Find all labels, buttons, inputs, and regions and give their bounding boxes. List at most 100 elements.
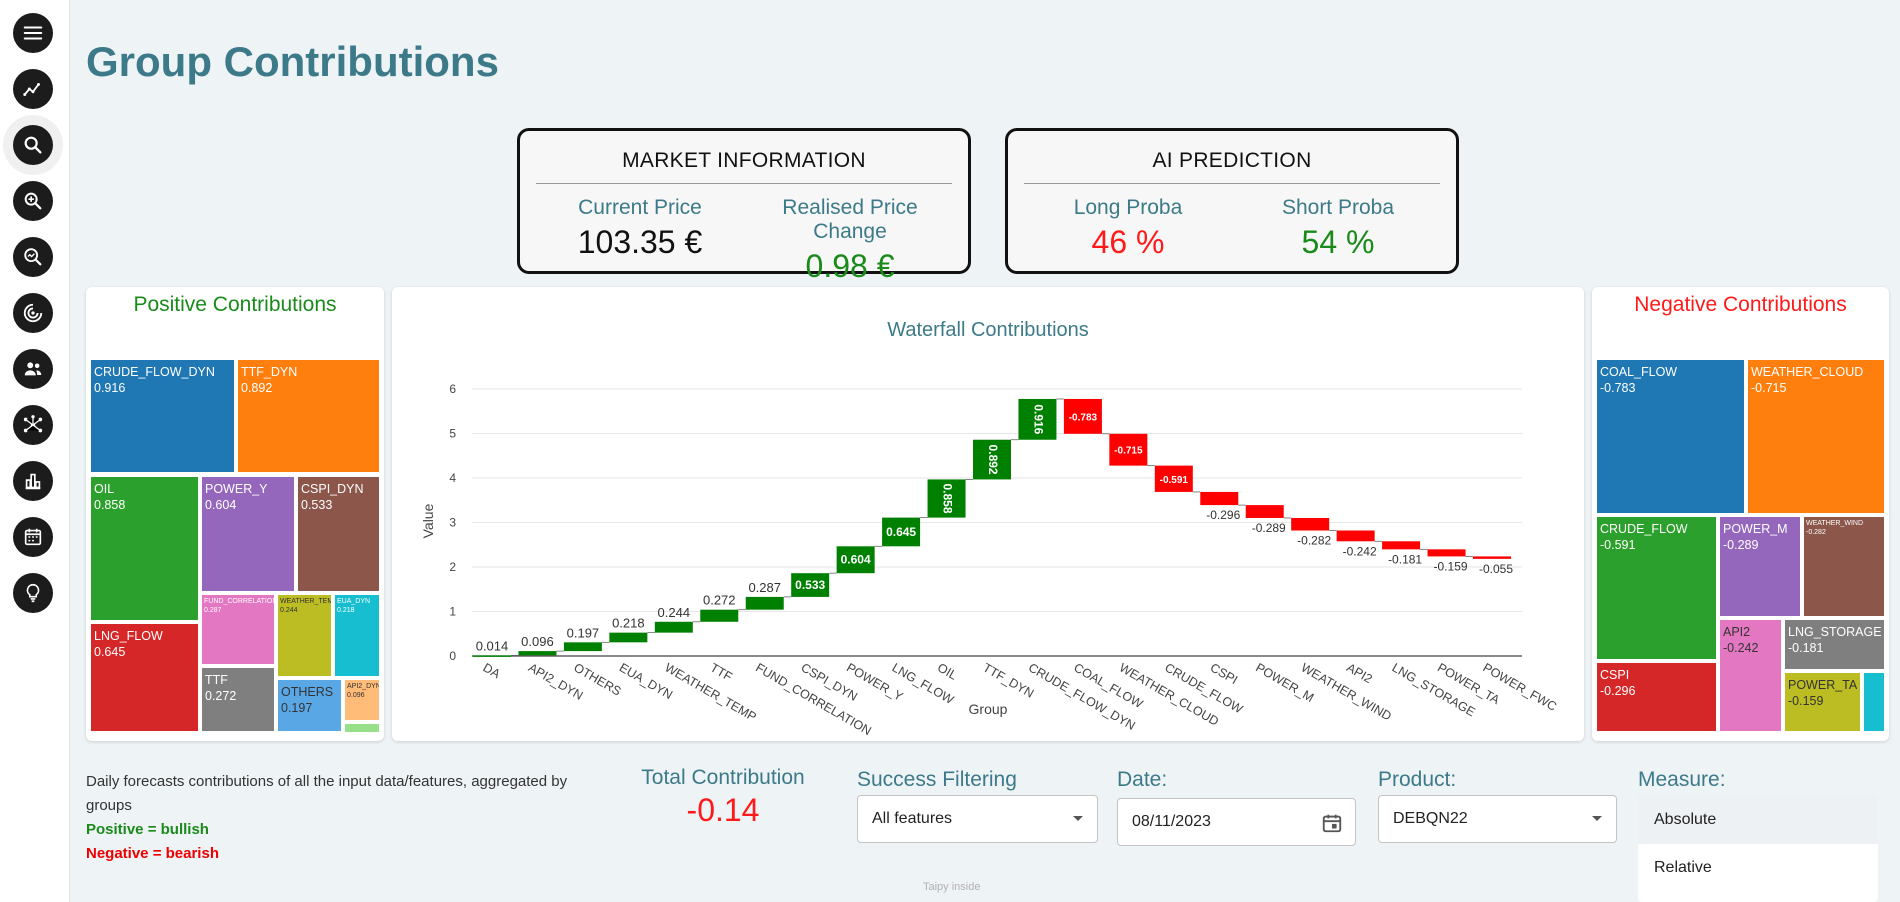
tile-label: CRUDE_FLOW_DYN — [94, 365, 215, 379]
waterfall-bar[interactable] — [1291, 517, 1330, 531]
positive-tile[interactable]: API2_DYN 0.096 — [345, 680, 379, 720]
x-tick-label: TTF_DYN — [981, 660, 1037, 700]
positive-tile[interactable]: POWER_Y 0.604 — [202, 477, 294, 591]
total-contribution: Total Contribution -0.14 — [612, 766, 834, 829]
negative-legend: Negative = bearish — [86, 845, 219, 862]
market-card-title: MARKET INFORMATION — [622, 149, 866, 172]
waterfall-bar[interactable] — [473, 655, 511, 657]
negative-tile[interactable] — [1864, 673, 1884, 731]
analytics-search-icon[interactable] — [13, 237, 53, 277]
sidebar — [0, 0, 70, 902]
realised-price-change: Realised Price Change 0.98 € — [750, 196, 950, 285]
description-text: Daily forecasts contributions of all the… — [86, 773, 568, 814]
negative-tile[interactable]: WEATHER_CLOUD -0.715 — [1748, 360, 1884, 513]
waterfall-bar[interactable] — [1245, 505, 1284, 518]
negative-tile[interactable]: WEATHER_WIND -0.282 — [1804, 517, 1884, 616]
positive-panel-title: Positive Contributions — [133, 293, 337, 316]
waterfall-bar[interactable] — [1427, 549, 1466, 557]
users-icon[interactable] — [13, 349, 53, 389]
positive-tile[interactable] — [345, 724, 379, 732]
measure-option-absolute[interactable]: Absolute — [1638, 796, 1878, 844]
positive-tile[interactable]: WEATHER_TEMP 0.244 — [278, 595, 331, 676]
x-tick-label: TTF — [708, 660, 735, 684]
positive-tile[interactable]: TTF_DYN 0.892 — [238, 360, 379, 472]
waterfall-chart: Waterfall Contributions Group Value 0 1 2 3… — [420, 319, 1559, 738]
search-icon[interactable] — [13, 125, 53, 165]
negative-panel-title: Negative Contributions — [1634, 293, 1847, 316]
measure-option-relative[interactable]: Relative — [1638, 844, 1878, 892]
bar-value-label: -0.055 — [1479, 562, 1513, 576]
tile-value: 0.287 — [204, 607, 222, 614]
calendar-icon[interactable] — [13, 517, 53, 557]
current-price-label: Current Price — [578, 196, 702, 219]
negative-tile[interactable]: COAL_FLOW -0.783 — [1597, 360, 1744, 513]
tile-label: COAL_FLOW — [1600, 365, 1678, 379]
bar-chart-icon[interactable] — [13, 461, 53, 501]
date-value: 08/11/2023 — [1132, 813, 1211, 830]
long-proba-label: Long Proba — [1073, 196, 1183, 219]
waterfall-bar[interactable] — [563, 642, 602, 652]
positive-tile[interactable]: EUA_DYN 0.218 — [335, 595, 379, 676]
bar-value-label: 0.892 — [986, 445, 1000, 475]
bar-value-label: -0.242 — [1343, 544, 1377, 558]
bar-value-label: -0.282 — [1297, 534, 1331, 548]
waterfall-bar[interactable] — [609, 632, 648, 643]
negative-tile[interactable]: API2 -0.242 — [1720, 620, 1781, 731]
positive-tile[interactable]: CRUDE_FLOW_DYN 0.916 — [91, 360, 234, 472]
waterfall-bar[interactable] — [1473, 556, 1511, 559]
tile-value: 0.197 — [281, 701, 313, 715]
tile-label: LNG_FLOW — [94, 629, 163, 643]
negative-tile[interactable]: LNG_STORAGE -0.181 — [1785, 620, 1884, 669]
success-filtering-select[interactable]: All features — [857, 795, 1098, 843]
short-proba-value: 54 % — [1301, 224, 1375, 260]
tile-label: FUND_CORRELATION — [204, 598, 274, 605]
tile-label: POWER_Y — [205, 482, 268, 496]
chart-title: Waterfall Contributions — [887, 319, 1089, 341]
waterfall-bar[interactable] — [1200, 491, 1239, 506]
positive-tile[interactable]: FUND_CORRELATION 0.287 — [202, 595, 274, 664]
negative-tile[interactable]: POWER_M -0.289 — [1720, 517, 1800, 616]
waterfall-bar[interactable] — [745, 596, 784, 610]
bar-value-label: -0.715 — [1114, 446, 1143, 457]
bar-value-label: 0.533 — [795, 578, 825, 592]
positive-tile[interactable]: CSPI_DYN 0.533 — [298, 477, 379, 591]
waterfall-bar[interactable] — [654, 621, 693, 633]
y-tick-label: 6 — [449, 382, 456, 396]
tile-value: 0.218 — [337, 607, 355, 614]
product-select[interactable]: DEBQN22 — [1378, 795, 1617, 843]
tile-label: OIL — [94, 482, 115, 496]
waterfall-bar[interactable] — [518, 651, 557, 656]
negative-tile[interactable]: CSPI -0.296 — [1597, 663, 1716, 731]
positive-tile[interactable]: OTHERS 0.197 — [278, 680, 341, 731]
network-icon[interactable] — [13, 405, 53, 445]
tile-value: 0.096 — [347, 692, 365, 699]
waterfall-bar[interactable] — [1336, 530, 1375, 542]
y-tick-label: 1 — [449, 605, 456, 619]
calendar-picker-icon[interactable] — [1321, 812, 1343, 834]
negative-tile[interactable]: POWER_TA -0.159 — [1785, 673, 1860, 731]
zoom-in-icon[interactable] — [13, 181, 53, 221]
negative-tile[interactable]: CRUDE_FLOW -0.591 — [1597, 517, 1716, 659]
bar-value-label: 0.197 — [567, 625, 600, 640]
tile-value: -0.282 — [1806, 529, 1826, 536]
positive-tile[interactable]: LNG_FLOW 0.645 — [91, 624, 198, 731]
menu-icon[interactable] — [13, 13, 53, 53]
trend-icon[interactable] — [13, 69, 53, 109]
tile-value: 0.604 — [205, 498, 237, 512]
date-input[interactable]: 08/11/2023 — [1117, 798, 1356, 846]
tile-value: 0.858 — [94, 498, 126, 512]
short-proba: Short Proba 54 % — [1238, 196, 1438, 261]
positive-tile[interactable]: OIL 0.858 — [91, 477, 198, 620]
tile-label: CSPI_DYN — [301, 482, 364, 496]
waterfall-bar[interactable] — [700, 609, 739, 622]
lightbulb-icon[interactable] — [13, 573, 53, 613]
bar-value-label: 0.014 — [476, 638, 509, 653]
target-icon[interactable] — [13, 293, 53, 333]
tile-value: -0.591 — [1600, 538, 1636, 552]
waterfall-bar[interactable] — [1382, 541, 1421, 550]
x-tick-label: DA — [481, 660, 504, 681]
tile-value: 0.533 — [301, 498, 333, 512]
y-tick-label: 4 — [449, 471, 456, 485]
tile-label: LNG_STORAGE — [1788, 625, 1882, 639]
positive-tile[interactable]: TTF 0.272 — [202, 668, 274, 731]
